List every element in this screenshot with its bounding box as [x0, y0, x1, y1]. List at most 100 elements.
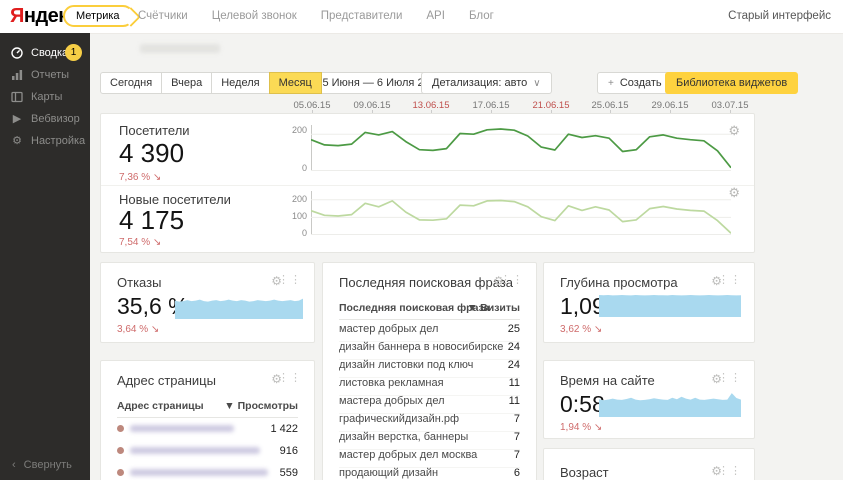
widget-drag-handle-icon[interactable]: ⋮⋮ — [500, 274, 524, 286]
phrase-cell: графическийдизайн.рф — [339, 413, 460, 425]
table-row[interactable]: 559 — [117, 466, 298, 480]
sidebar-item-webvisor[interactable]: ▶ Вебвизор — [0, 108, 90, 130]
table-row[interactable]: 916 — [117, 444, 298, 464]
sidebar-item-summary[interactable]: Сводка 1 — [0, 42, 90, 64]
bounce-trend: 3,64 % ↘ — [117, 324, 159, 335]
nav-counters[interactable]: Счётчики — [138, 10, 188, 22]
visits-cell: 25 — [507, 323, 520, 335]
widget-drag-handle-icon[interactable]: ⋮⋮ — [718, 465, 742, 477]
collapse-label: Свернуть — [23, 459, 72, 471]
favicon — [117, 469, 124, 476]
old-interface-link[interactable]: Старый интерфейс — [728, 10, 831, 22]
visitors-line-chart — [311, 125, 731, 171]
bounce-widget: Отказы ⚙ ⋮⋮ 35,6 % 3,64 % ↘ — [100, 262, 315, 343]
visits-cell: 11 — [508, 395, 520, 407]
time-trend: 1,94 % ↘ — [560, 422, 602, 433]
period-button-yesterday[interactable]: Вчера — [161, 72, 213, 94]
phrase-cell: дизайн баннера в новосибирске — [339, 341, 504, 353]
divider — [101, 185, 754, 186]
page-url-title[interactable]: Адрес страницы — [117, 373, 216, 388]
sidebar-item-settings[interactable]: ⚙ Настройка — [0, 130, 90, 152]
detail-label: Детализация: авто — [432, 77, 528, 89]
chevron-down-icon: ∨ — [533, 77, 541, 89]
nav-target-call[interactable]: Целевой звонок — [212, 10, 297, 22]
phrase-cell: дизайн листовки под ключ — [339, 359, 474, 371]
table-row[interactable]: 1 422 — [117, 422, 298, 442]
y-axis-label: 0 — [301, 228, 307, 238]
visitors-trend: 7,36 % ↘ — [119, 172, 161, 183]
widget-drag-handle-icon[interactable]: ⋮⋮ — [278, 372, 302, 384]
sidebar-item-label: Сводка — [31, 47, 69, 59]
phrase-cell: мастера добрых дел — [339, 395, 445, 407]
time-title[interactable]: Время на сайте — [560, 373, 655, 388]
column-header-url[interactable]: Адрес страницы — [117, 400, 204, 412]
widget-drag-handle-icon[interactable]: ⋮⋮ — [718, 274, 742, 286]
nav-blog[interactable]: Блог — [469, 10, 494, 22]
plus-icon: + — [608, 77, 614, 89]
trend-value: 3,62 % — [560, 324, 592, 335]
trend-value: 7,54 % — [119, 237, 151, 248]
depth-title[interactable]: Глубина просмотра — [560, 275, 678, 290]
column-header-label: Визиты — [480, 302, 520, 314]
y-axis-label: 0 — [301, 163, 307, 173]
divider — [339, 319, 520, 320]
time-sparkline — [599, 393, 741, 417]
widget-settings-gear-icon[interactable]: ⚙ — [728, 186, 740, 199]
sidebar-collapse-button[interactable]: ‹ Свернуть — [12, 459, 72, 471]
detail-dropdown[interactable]: Детализация: авто ∨ — [421, 72, 552, 94]
table-row: листовка рекламная 11 — [339, 377, 520, 396]
period-button-today[interactable]: Сегодня — [100, 72, 163, 94]
trend-down-icon: ↘ — [152, 172, 162, 183]
visits-cell: 6 — [513, 467, 520, 479]
visits-cell: 24 — [507, 341, 520, 353]
phrase-cell: листовка рекламная — [339, 377, 444, 389]
sidebar-item-label: Настройка — [31, 135, 86, 147]
play-icon: ▶ — [12, 113, 22, 125]
table-row: мастера добрых дел 11 — [339, 395, 520, 414]
nav-representatives[interactable]: Представители — [321, 10, 403, 22]
visitors-title[interactable]: Посетители — [119, 123, 190, 138]
bar-chart-icon — [11, 69, 23, 81]
y-axis-label: 200 — [291, 125, 307, 135]
widget-drag-handle-icon[interactable]: ⋮⋮ — [278, 274, 302, 286]
sidebar-item-reports[interactable]: Отчеты — [0, 64, 90, 86]
trend-down-icon: ↘ — [593, 324, 603, 335]
depth-trend: 3,62 % ↘ — [560, 324, 602, 335]
phrase-cell: мастер добрых дел — [339, 323, 439, 335]
phrase-cell: мастер добрых дел москва — [339, 449, 478, 461]
visits-cell: 11 — [508, 377, 520, 389]
metrica-tab-label: Метрика — [76, 10, 120, 22]
age-title[interactable]: Возраст — [560, 465, 609, 480]
table-row: мастер добрых дел москва 7 — [339, 449, 520, 468]
trend-down-icon: ↘ — [152, 237, 162, 248]
widget-settings-gear-icon[interactable]: ⚙ — [728, 124, 740, 137]
bounce-title[interactable]: Отказы — [117, 275, 161, 290]
visits-cell: 7 — [513, 413, 520, 425]
column-header-views-sorted[interactable]: ▼ Просмотры — [224, 400, 298, 412]
period-button-week[interactable]: Неделя — [211, 72, 270, 94]
sort-desc-icon: ▼ — [466, 302, 478, 314]
gear-icon: ⚙ — [12, 135, 22, 147]
column-header-visits-sorted[interactable]: ▼ Визиты — [467, 302, 520, 314]
table-row: дизайн листовки под ключ 24 — [339, 359, 520, 378]
views-cell: 559 — [279, 467, 298, 479]
page-url-widget: Адрес страницы ⚙ ⋮⋮ Адрес страницы ▼ Про… — [100, 360, 315, 480]
table-row: дизайн баннера в новосибирске 24 — [339, 341, 520, 360]
widget-drag-handle-icon[interactable]: ⋮⋮ — [718, 372, 742, 384]
new-visitors-trend: 7,54 % ↘ — [119, 237, 161, 248]
counter-name-blurred — [140, 44, 220, 53]
time-on-site-widget: Время на сайте ⚙ ⋮⋮ 0:58 1,94 % ↘ — [543, 360, 755, 439]
metrica-tab[interactable]: Метрика — [63, 5, 134, 27]
widget-library-button[interactable]: Библиотека виджетов — [665, 72, 799, 94]
url-blurred — [130, 469, 268, 476]
table-row: дизайн верстка, баннеры 7 — [339, 431, 520, 450]
nav-api[interactable]: API — [426, 10, 445, 22]
period-button-month-selected[interactable]: Месяц — [268, 72, 322, 94]
y-axis-label: 200 — [291, 194, 307, 204]
phrase-cell: продающий дизайн — [339, 467, 439, 479]
sidebar-item-maps[interactable]: Карты — [0, 86, 90, 108]
visits-cell: 24 — [507, 359, 520, 371]
search-phrase-title[interactable]: Последняя поисковая фраза — [339, 275, 513, 290]
column-header-label: Просмотры — [237, 400, 298, 412]
widget-library-label: Библиотека виджетов — [676, 77, 788, 89]
